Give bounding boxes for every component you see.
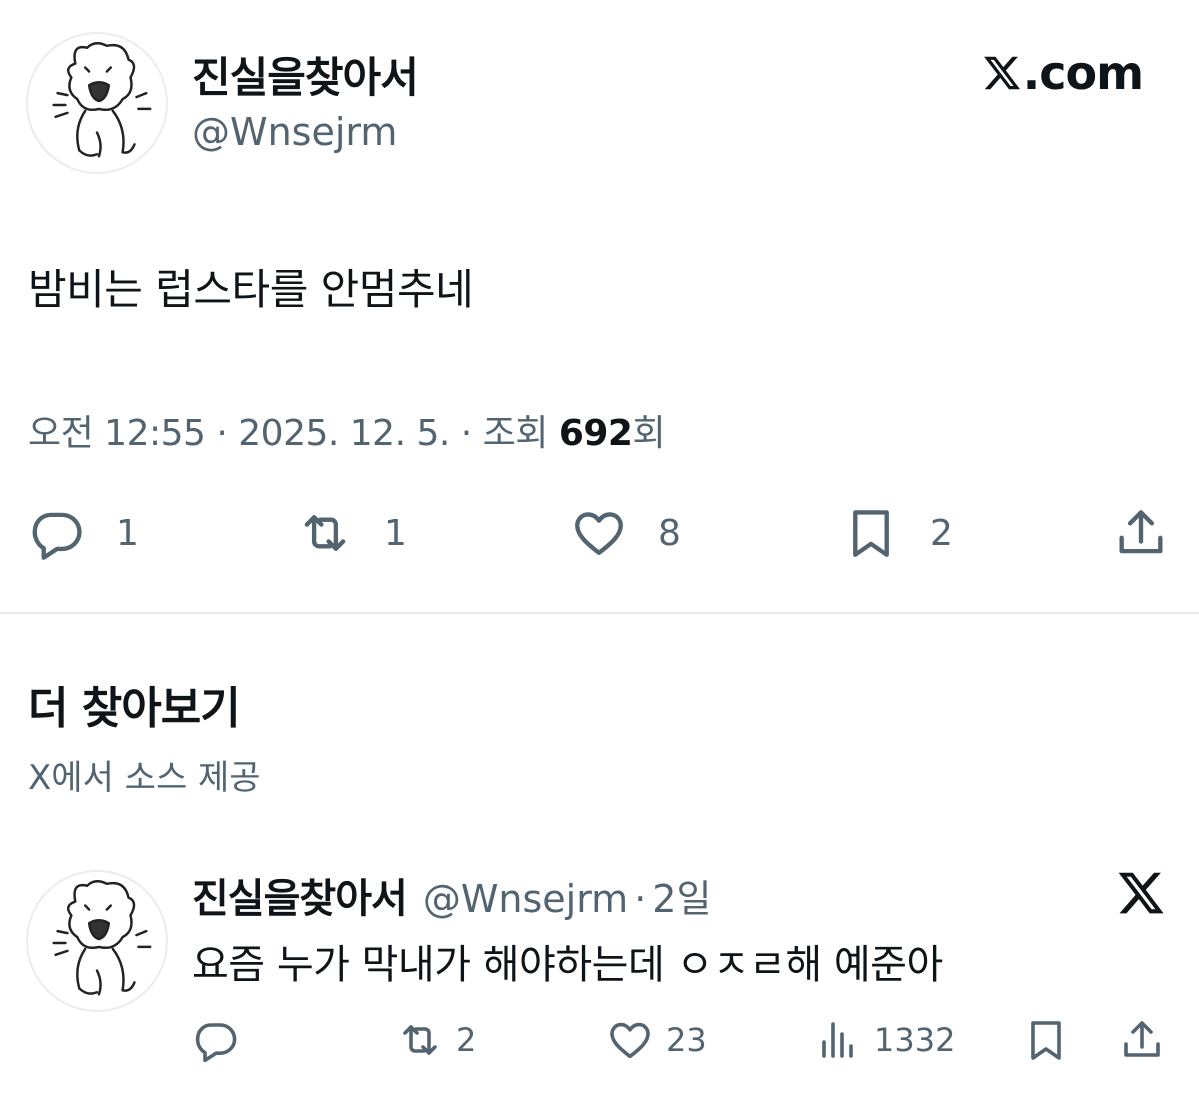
like-icon: [575, 512, 623, 555]
views-icon: [822, 1022, 853, 1058]
related-like-button[interactable]: 23: [606, 1016, 707, 1064]
author-handle[interactable]: @Wnsejrm: [192, 110, 397, 154]
x-logo-icon: [1118, 872, 1164, 914]
related-repost-count: 2: [456, 1021, 477, 1059]
bookmark-count: 2: [930, 512, 953, 554]
brand-text: .com: [1022, 46, 1144, 100]
repost-count: 1: [384, 512, 407, 554]
related-share-button[interactable]: [1118, 1016, 1166, 1064]
related-author-handle[interactable]: @Wnsejrm: [423, 877, 628, 921]
dog-avatar-icon: [52, 42, 152, 158]
author-avatar[interactable]: [26, 32, 168, 174]
header-separator: ·: [634, 877, 647, 921]
reply-button[interactable]: 1: [28, 504, 139, 562]
reply-icon: [195, 1023, 237, 1063]
x-logo-icon: [983, 56, 1020, 90]
repost-icon: [304, 515, 346, 551]
related-bookmark-button[interactable]: [1022, 1016, 1070, 1064]
like-button[interactable]: 8: [570, 504, 681, 562]
author-name[interactable]: 진실을찾아서: [192, 44, 419, 105]
related-author-avatar[interactable]: [26, 870, 168, 1012]
related-author-name[interactable]: 진실을찾아서: [192, 866, 408, 924]
share-icon: [1119, 510, 1163, 554]
share-icon: [1124, 1021, 1160, 1057]
bookmark-icon: [1031, 1021, 1061, 1060]
discover-subtitle: X에서 소스 제공: [28, 758, 261, 798]
related-view-count: 1332: [874, 1021, 956, 1059]
discover-title: 더 찾아보기: [28, 683, 241, 734]
related-tweet-time[interactable]: 2일: [652, 868, 711, 923]
tweet-text: 밤비는 럽스타를 안멈추네: [28, 265, 474, 314]
dog-avatar-icon: [52, 880, 152, 996]
brand-logo: .com: [982, 46, 1144, 100]
bookmark-icon: [853, 510, 889, 557]
repost-button[interactable]: 1: [296, 504, 407, 562]
related-tweet-header: 진실을찾아서 @Wnsejrm · 2일: [192, 866, 711, 924]
repost-icon: [403, 1025, 437, 1055]
related-tweet-text: 요즘 누가 막내가 해야하는데 ㅇㅈㄹ해 예준아: [192, 942, 943, 988]
reply-icon: [32, 512, 82, 560]
tweet-timestamp[interactable]: 오전 12:55 · 2025. 12. 5. · 조회: [28, 413, 559, 454]
view-count: 692: [558, 413, 633, 454]
reply-count: 1: [116, 512, 139, 554]
like-count: 8: [658, 512, 681, 554]
tweet-meta: 오전 12:55 · 2025. 12. 5. · 조회 692회: [28, 404, 666, 456]
view-count-suffix: 회: [632, 413, 666, 454]
tweet-page: 진실을찾아서 @Wnsejrm .com 밤비는 럽스타를 안멈추네 오전 12…: [0, 0, 1199, 1102]
related-like-count: 23: [666, 1021, 707, 1059]
share-button[interactable]: [1112, 504, 1170, 562]
related-repost-button[interactable]: 2: [396, 1016, 476, 1064]
related-views-button[interactable]: 1332: [814, 1016, 955, 1064]
related-reply-button[interactable]: [192, 1016, 240, 1064]
section-divider: [0, 612, 1199, 614]
like-icon: [610, 1022, 650, 1059]
bookmark-button[interactable]: 2: [842, 504, 953, 562]
